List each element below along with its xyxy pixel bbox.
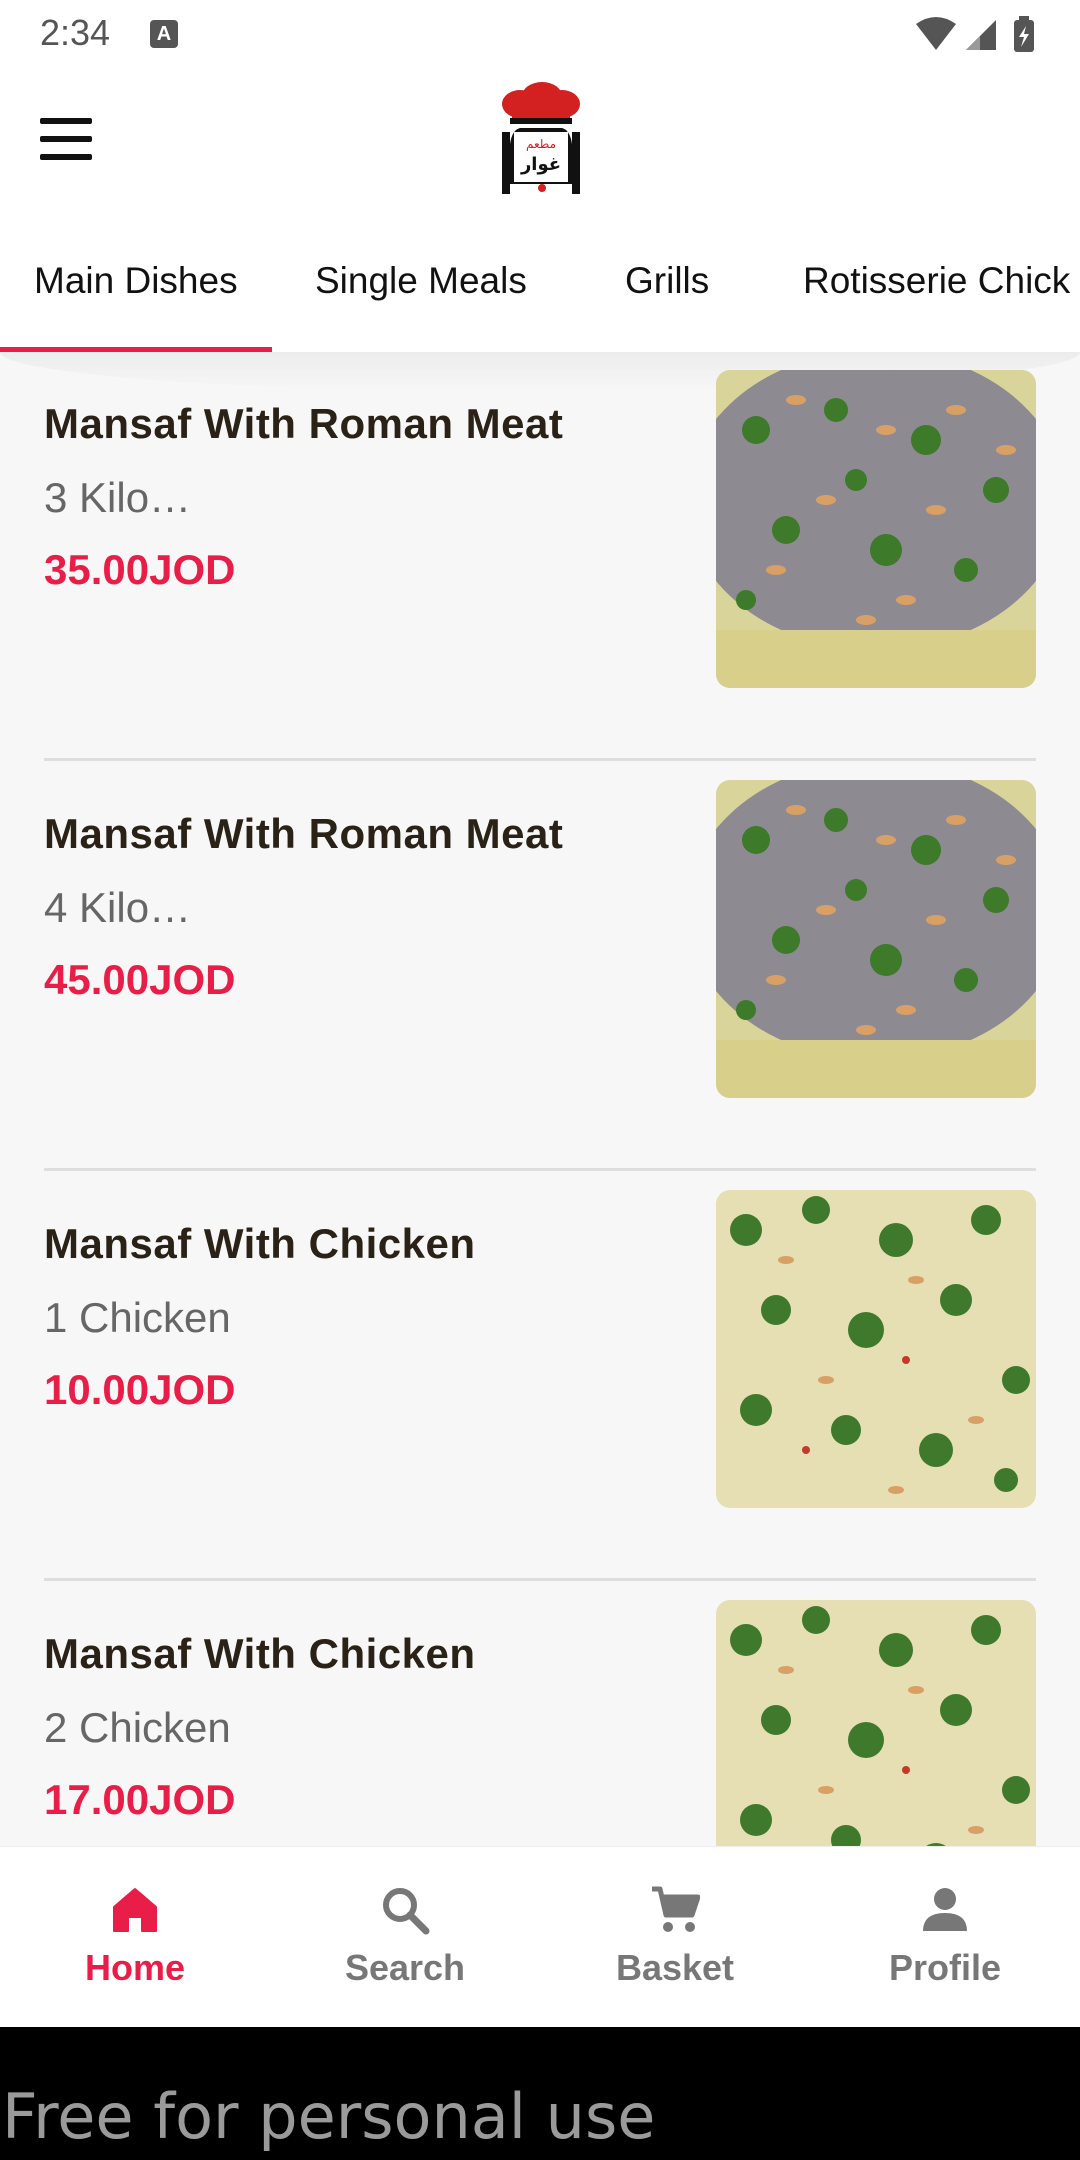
product-title: Mansaf With Roman Meat <box>44 400 564 447</box>
mansaf-chicken-photo[interactable] <box>716 1190 1036 1508</box>
category-tabs: Main Dishes Single Meals Grills Rotisser… <box>0 210 1080 352</box>
product-description: 2 Chicken <box>44 1704 231 1751</box>
app-screen: 2:34 A مطعم غوار Main Dishes Single Meal… <box>0 0 1080 2027</box>
status-icons <box>916 16 1034 52</box>
search-icon <box>383 1888 430 1935</box>
product-description: 1 Chicken <box>44 1294 231 1341</box>
nav-search[interactable]: Search <box>270 1847 540 2027</box>
nav-basket-label: Basket <box>615 1947 735 1988</box>
nav-home-label: Home <box>84 1947 186 1988</box>
tab-grills[interactable]: Grills <box>625 210 709 352</box>
wifi-icon <box>916 17 956 50</box>
product-description: 3 Kilo… <box>44 474 192 521</box>
nav-search-label: Search <box>344 1947 466 1988</box>
hamburger-menu-icon[interactable] <box>40 118 92 162</box>
mansaf-meat-photo[interactable] <box>716 370 1036 688</box>
product-item[interactable]: Mansaf With Roman Meat 4 Kilo… 45.00JOD <box>44 780 1036 1220</box>
item-divider <box>44 1168 1036 1171</box>
home-icon <box>113 1888 157 1932</box>
watermark-text: Free for personal use <box>2 2080 656 2153</box>
product-price: 45.00JOD <box>44 956 236 1003</box>
product-title: Mansaf With Chicken <box>44 1220 476 1267</box>
battery-icon <box>1014 16 1034 52</box>
cart-icon <box>652 1886 700 1932</box>
product-description: 4 Kilo… <box>44 884 192 931</box>
app-bar: مطعم غوار <box>0 70 1080 210</box>
restaurant-logo: مطعم غوار <box>502 82 580 194</box>
product-list: Mansaf With Roman Meat 3 Kilo… 35.00JOD <box>0 352 1080 1846</box>
nav-home[interactable]: Home <box>0 1847 270 2027</box>
svg-text:غوار: غوار <box>520 154 561 175</box>
a-icon: A <box>150 20 178 48</box>
item-divider <box>44 1578 1036 1581</box>
nav-profile[interactable]: Profile <box>810 1847 1080 2027</box>
person-icon <box>923 1888 967 1931</box>
nav-basket[interactable]: Basket <box>540 1847 810 2027</box>
product-price: 17.00JOD <box>44 1776 236 1823</box>
product-item[interactable]: Mansaf With Chicken 1 Chicken 10.00JOD <box>44 1190 1036 1630</box>
bottom-navigation: Home Search Basket Profile <box>0 1846 1080 2027</box>
product-item[interactable]: Mansaf With Chicken 2 Chicken 17.00JOD <box>44 1600 1036 1846</box>
status-time: 2:34 <box>40 12 111 53</box>
product-title: Mansaf With Chicken <box>44 1630 476 1677</box>
product-price: 35.00JOD <box>44 546 236 593</box>
mansaf-chicken-photo[interactable] <box>716 1600 1036 1846</box>
product-item[interactable]: Mansaf With Roman Meat 3 Kilo… 35.00JOD <box>44 370 1036 810</box>
item-divider <box>44 758 1036 761</box>
tab-main-dishes[interactable]: Main Dishes <box>0 210 272 352</box>
nav-profile-label: Profile <box>888 1947 1002 1988</box>
product-price: 10.00JOD <box>44 1366 236 1413</box>
status-bar: 2:34 A <box>0 0 1080 70</box>
tab-rotisserie-chicken[interactable]: Rotisserie Chick <box>803 210 1070 352</box>
svg-text:مطعم: مطعم <box>526 137 556 151</box>
mansaf-meat-photo[interactable] <box>716 780 1036 1098</box>
tab-single-meals[interactable]: Single Meals <box>315 210 527 352</box>
product-title: Mansaf With Roman Meat <box>44 810 564 857</box>
